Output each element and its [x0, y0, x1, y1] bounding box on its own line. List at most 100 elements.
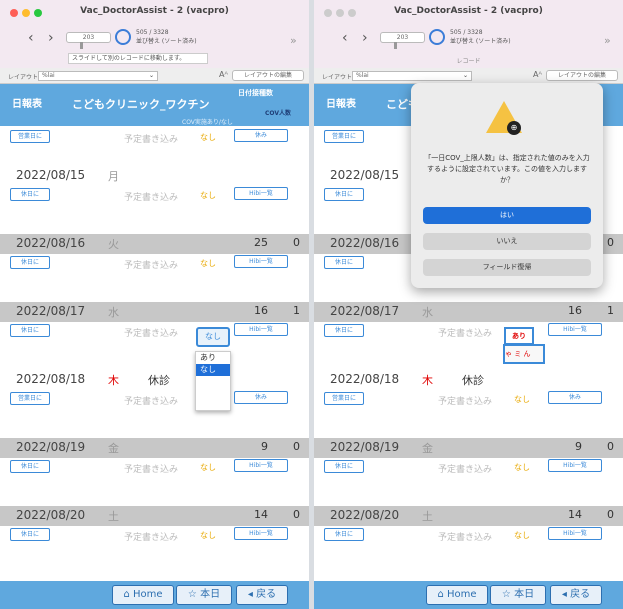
yes-button[interactable]: はい — [423, 207, 591, 224]
layout-bar: レイアウト: %lai ⌄ Aᴬ レイアウトの編集 — [314, 68, 623, 84]
toggle-holiday-button[interactable]: 休日に — [10, 188, 50, 201]
cov-count-input[interactable]: ゃ ミ ん — [503, 344, 545, 364]
record-slider[interactable]: 203 — [66, 32, 111, 49]
schedule-field[interactable]: 予定書き込み — [438, 394, 492, 407]
title-bar: Vac_DoctorAssist - 2 (vacpro) ‹ › 203 50… — [0, 0, 309, 68]
date-label: 2022/08/15 — [16, 168, 86, 182]
daily-list-button[interactable]: Hibi一覧 — [548, 323, 602, 336]
schedule-field[interactable]: 予定書き込み — [124, 530, 178, 543]
toggle-holiday-button[interactable]: 休日に — [324, 460, 364, 473]
day-header-band: 2022/08/20 土 14 0 — [0, 506, 309, 526]
cov-flag-dropdown[interactable]: なし — [196, 327, 230, 347]
day-header-band: 2022/08/18 木 休診 — [0, 370, 309, 390]
edit-layout-button[interactable]: レイアウトの編集 — [546, 70, 618, 81]
toggle-holiday-button[interactable]: 休日に — [10, 256, 50, 269]
next-record-button[interactable]: › — [48, 31, 54, 45]
daily-list-button[interactable]: Hibi一覧 — [548, 459, 602, 472]
back-button[interactable]: ◂ 戻る — [236, 585, 288, 605]
today-label: 本日 — [200, 589, 221, 600]
vaccination-count: 9 — [261, 440, 268, 453]
schedule-field[interactable]: 予定書き込み — [124, 132, 178, 145]
home-button[interactable]: ⌂ Home — [112, 585, 174, 605]
cov-flag-field[interactable]: なし — [514, 394, 530, 405]
schedule-field[interactable]: 予定書き込み — [438, 326, 492, 339]
cov-flag-field[interactable]: なし — [200, 258, 216, 269]
toggle-holiday-button[interactable]: 休日に — [10, 324, 50, 337]
toggle-holiday-button[interactable]: 休日に — [10, 528, 50, 541]
prev-record-button[interactable]: ‹ — [28, 31, 34, 45]
cov-flag-field-edited[interactable]: あり — [504, 327, 534, 345]
col-cov-flag: COV実施あり/なし — [182, 119, 233, 126]
daily-list-button[interactable]: Hibi一覧 — [234, 527, 288, 540]
home-button[interactable]: ⌂ Home — [426, 585, 488, 605]
list-item: 2022/08/20 土 14 0 休日に 予定書き込み なし Hibi一覧 — [0, 506, 309, 546]
daily-list-button[interactable]: Hibi一覧 — [548, 527, 602, 540]
slider-thumb[interactable] — [394, 42, 397, 49]
cov-count: 0 — [607, 440, 614, 453]
schedule-field[interactable]: 予定書き込み — [124, 394, 178, 407]
cov-flag-field[interactable]: なし — [514, 462, 530, 473]
schedule-field[interactable]: 予定書き込み — [124, 190, 178, 203]
schedule-field[interactable]: 予定書き込み — [124, 326, 178, 339]
edit-layout-button[interactable]: レイアウトの編集 — [232, 70, 304, 81]
toggle-holiday-button[interactable]: 営業日に — [324, 392, 364, 405]
record-slider[interactable]: 203 — [380, 32, 425, 49]
layout-label: レイアウト: — [8, 74, 41, 81]
today-button[interactable]: ☆ 本日 — [490, 585, 546, 605]
day-header-band: 2022/08/15 月 — [0, 166, 309, 186]
daily-list-button[interactable]: 休み — [548, 391, 602, 404]
dropdown-option-ari[interactable]: あり — [196, 352, 230, 364]
cov-flag-field[interactable]: なし — [514, 530, 530, 541]
back-button[interactable]: ◂ 戻る — [550, 585, 602, 605]
layout-select[interactable]: %lai ⌄ — [352, 71, 472, 81]
daily-list-button[interactable]: Hibi一覧 — [234, 255, 288, 268]
toggle-workday-button[interactable]: 営業日に — [324, 130, 364, 143]
cov-flag-field[interactable]: なし — [200, 132, 216, 143]
weekday-label: 金 — [422, 442, 433, 455]
schedule-field[interactable]: 予定書き込み — [438, 530, 492, 543]
cov-flag-field[interactable]: なし — [200, 530, 216, 541]
toolbar-overflow-icon[interactable]: » — [604, 34, 611, 47]
slider-thumb[interactable] — [80, 42, 83, 49]
prev-record-button[interactable]: ‹ — [342, 31, 348, 45]
text-format-icon[interactable]: Aᴬ — [219, 70, 228, 79]
daily-list-button[interactable]: 休み — [234, 391, 288, 404]
next-record-button[interactable]: › — [362, 31, 368, 45]
cov-flag-field[interactable]: なし — [200, 190, 216, 201]
today-label: 本日 — [514, 589, 535, 600]
no-button[interactable]: いいえ — [423, 233, 591, 250]
day-header-band: 2022/08/17 水 16 1 — [0, 302, 309, 322]
daily-list-button[interactable]: Hibi一覧 — [234, 459, 288, 472]
toggle-holiday-button[interactable]: 営業日に — [10, 392, 50, 405]
schedule-field[interactable]: 予定書き込み — [124, 258, 178, 271]
list-item: 2022/08/20 土 14 0 休日に 予定書き込み なし Hibi一覧 — [314, 506, 623, 546]
record-progress-icon — [115, 29, 131, 45]
holiday-button[interactable]: 休み — [234, 129, 288, 142]
layout-select-value: %lai — [42, 72, 55, 79]
toggle-holiday-button[interactable]: 休日に — [324, 256, 364, 269]
toggle-workday-button[interactable]: 営業日に — [10, 130, 50, 143]
col-cov-count: COV人数 — [265, 110, 291, 117]
toggle-holiday-button[interactable]: 休日に — [324, 528, 364, 541]
revert-field-button[interactable]: フィールド復帰 — [423, 259, 591, 276]
daily-list-button[interactable]: Hibi一覧 — [234, 323, 288, 336]
star-icon: ☆ — [501, 589, 511, 600]
cov-flag-field[interactable]: なし — [200, 462, 216, 473]
toggle-holiday-button[interactable]: 休日に — [324, 188, 364, 201]
toggle-holiday-button[interactable]: 休日に — [10, 460, 50, 473]
today-button[interactable]: ☆ 本日 — [176, 585, 232, 605]
cov-count: 0 — [293, 236, 300, 249]
toolbar-overflow-icon[interactable]: » — [290, 34, 297, 47]
vaccination-count: 16 — [568, 304, 582, 317]
schedule-field[interactable]: 予定書き込み — [124, 462, 178, 475]
clinic-name: こどもクリニック_ワクチン — [72, 98, 210, 111]
daily-list-button[interactable]: Hibi一覧 — [234, 187, 288, 200]
text-format-icon[interactable]: Aᴬ — [533, 70, 542, 79]
toggle-holiday-button[interactable]: 休日に — [324, 324, 364, 337]
list-item: 2022/08/18 木 休診営業日に 予定書き込み なし 休み — [314, 370, 623, 410]
schedule-field[interactable]: 予定書き込み — [438, 462, 492, 475]
layout-select[interactable]: %lai ⌄ — [38, 71, 158, 81]
dropdown-option-nashi[interactable]: なし — [196, 364, 230, 376]
day-header-band: 2022/08/20 土 14 0 — [314, 506, 623, 526]
home-icon: ⌂ — [123, 589, 130, 600]
